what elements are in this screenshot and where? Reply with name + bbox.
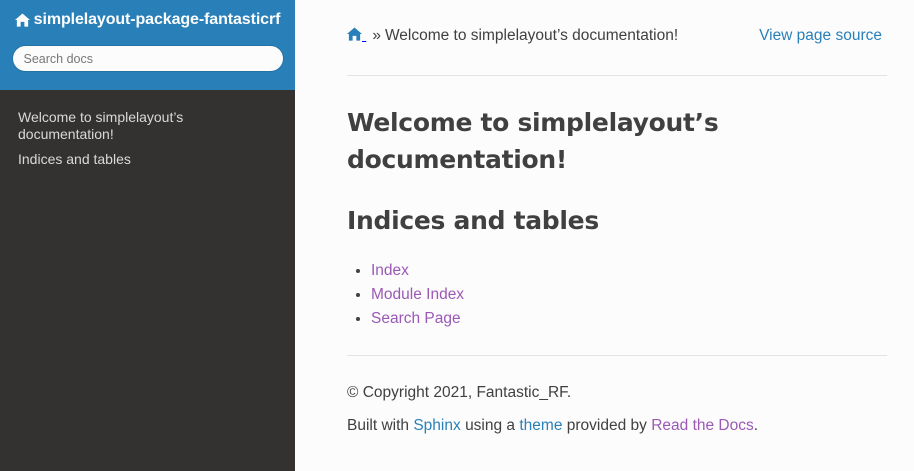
breadcrumb-current: Welcome to simplelayout’s documentation! <box>384 27 679 44</box>
built-with-label: Built with <box>347 417 410 434</box>
read-the-docs-link[interactable]: Read the Docs <box>651 417 754 434</box>
built-with-text: Built with Sphinx using a theme provided… <box>347 414 887 438</box>
list-item: Module Index <box>371 283 887 307</box>
view-page-source-link[interactable]: View page source <box>759 27 882 45</box>
sidebar-item-indices-and-tables[interactable]: Indices and tables <box>0 149 295 174</box>
home-icon <box>347 27 362 41</box>
copyright-text: © Copyright 2021, Fantastic_RF. <box>347 384 572 401</box>
list-item: Search Page <box>371 307 887 331</box>
breadcrumb: » Welcome to simplelayout’s documentation… <box>347 0 887 76</box>
sphinx-link[interactable]: Sphinx <box>413 417 460 434</box>
search-page-link[interactable]: Search Page <box>371 310 461 327</box>
theme-link[interactable]: theme <box>519 417 562 434</box>
sidebar-menu: Welcome to simplelayout’s documentation!… <box>0 90 295 174</box>
index-link[interactable]: Index <box>371 262 409 279</box>
sidebar: simplelayout-package-fantasticrf Welcome… <box>0 0 295 471</box>
breadcrumb-home-link[interactable] <box>347 27 366 44</box>
footer: © Copyright 2021, Fantastic_RF. Built wi… <box>347 355 887 438</box>
sidebar-item-welcome[interactable]: Welcome to simplelayout’s documentation! <box>0 107 295 149</box>
project-name: simplelayout-package-fantasticrf <box>33 11 281 28</box>
footer-period: . <box>753 417 759 434</box>
page: simplelayout-package-fantasticrf Welcome… <box>0 0 914 471</box>
page-title: Welcome to simplelayout’s documentation! <box>347 108 719 174</box>
list-item: Index <box>371 259 887 283</box>
home-icon <box>14 13 30 27</box>
index-links-list: Index Module Index Search Page <box>347 259 887 331</box>
provided-by-label: provided by <box>566 417 647 434</box>
breadcrumb-separator: » <box>372 27 381 44</box>
main-content: » Welcome to simplelayout’s documentation… <box>347 0 887 438</box>
sidebar-header: simplelayout-package-fantasticrf <box>0 0 295 90</box>
search-input[interactable] <box>11 45 284 72</box>
module-index-link[interactable]: Module Index <box>371 286 464 303</box>
project-home-link[interactable]: simplelayout-package-fantasticrf <box>14 11 281 29</box>
using-a-label: using a <box>465 417 516 434</box>
section-title: Indices and tables <box>347 206 599 235</box>
search-form <box>11 45 284 72</box>
